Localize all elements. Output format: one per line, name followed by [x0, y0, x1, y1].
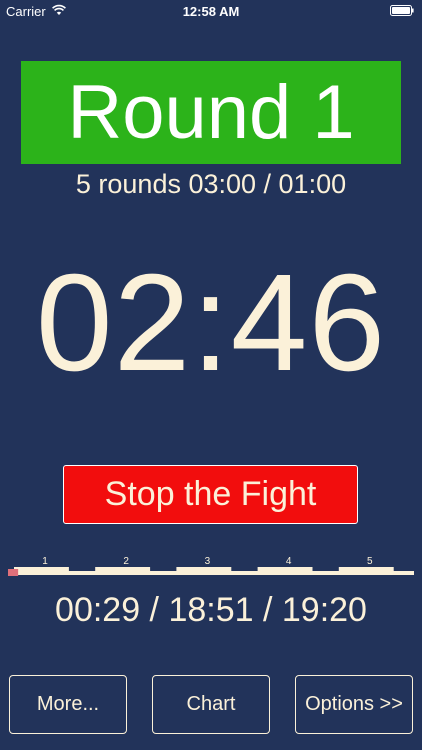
round-banner: Round 1: [21, 61, 401, 164]
round-number-label: 1: [42, 556, 48, 567]
round-segment: [176, 567, 232, 575]
round-settings-label: 5 rounds 03:00 / 01:00: [75, 169, 347, 199]
round-progress-strip: 1 2 3 4 5: [8, 554, 414, 578]
status-time: 12:58 AM: [182, 4, 240, 19]
stop-fight-button[interactable]: Stop the Fight: [63, 465, 358, 524]
time-totals: 00:29 / 18:51 / 19:20: [55, 591, 367, 629]
round-number-label: 3: [205, 556, 211, 567]
round-number-label: 5: [367, 556, 373, 567]
round-segment: [257, 567, 313, 575]
battery-icon: [390, 5, 414, 16]
round-segment: [95, 567, 151, 575]
round-segment: [14, 567, 69, 575]
countdown-timer: 02:46: [35, 246, 387, 400]
round-number-label: 2: [123, 556, 129, 567]
chart-button[interactable]: Chart: [152, 675, 270, 734]
round-number-label: 4: [286, 556, 292, 567]
elapsed-marker: [8, 569, 19, 576]
round-segment: [338, 567, 394, 575]
status-bar: Carrier 12:58 AM: [0, 0, 422, 22]
options-button[interactable]: Options >>: [295, 675, 413, 734]
more-button[interactable]: More...: [9, 675, 127, 734]
